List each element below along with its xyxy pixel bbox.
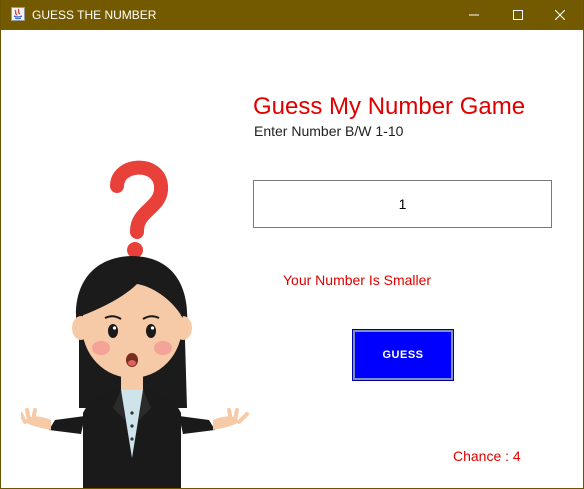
guess-button[interactable]: GUESS [352, 329, 454, 381]
maximize-button[interactable] [495, 0, 541, 30]
page-title: Guess My Number Game [253, 93, 526, 120]
instruction-label: Enter Number B/W 1-10 [254, 123, 404, 139]
window-title: GUESS THE NUMBER [32, 8, 157, 22]
minimize-button[interactable] [451, 0, 497, 30]
java-app-icon [11, 7, 25, 21]
close-icon [555, 10, 565, 20]
number-input[interactable] [253, 180, 552, 228]
maximize-icon [513, 10, 523, 20]
question-mark-icon [110, 160, 168, 258]
app-window: GUESS THE NUMBER Guess My Number Game En… [0, 0, 584, 489]
chance-counter: Chance : 4 [453, 448, 521, 464]
title-bar[interactable]: GUESS THE NUMBER [1, 0, 583, 30]
close-button[interactable] [537, 0, 583, 30]
confused-girl-illustration [21, 160, 249, 488]
minimize-icon [469, 14, 479, 16]
feedback-message: Your Number Is Smaller [283, 272, 432, 288]
content-pane: Guess My Number Game Enter Number B/W 1-… [1, 30, 583, 488]
